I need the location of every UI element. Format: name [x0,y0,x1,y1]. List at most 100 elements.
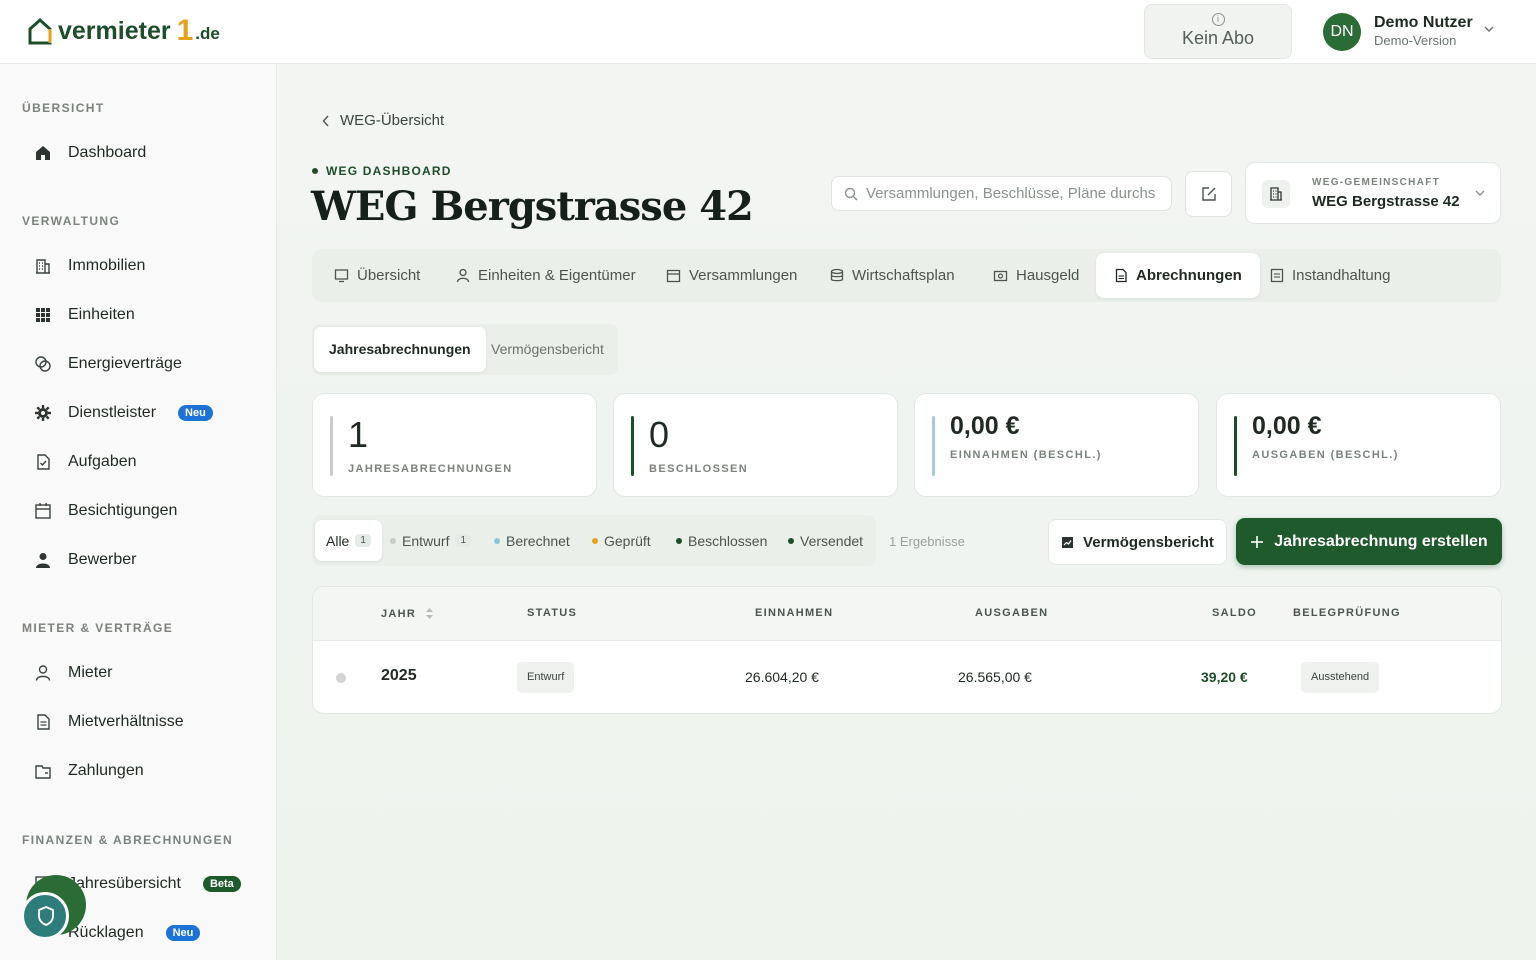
filter-alle[interactable]: Alle 1 [315,520,382,561]
calendar-icon [666,269,681,283]
user-icon [456,268,470,283]
eyebrow-dot [312,168,318,174]
filter-berechnet[interactable]: Berechnet [494,520,570,561]
stat-accent-bar [1234,416,1237,476]
nav-section-overview: ÜBERSICHT [22,101,105,115]
shield-icon [38,906,54,926]
building-icon [1270,187,1282,201]
stat-label: EINNAHMEN (BESCHL.) [950,449,1102,461]
status-dot [788,537,794,544]
column-header-label: JAHR [381,607,417,620]
belegpruefung-badge: Ausstehend [1301,662,1380,693]
money-icon [993,270,1008,282]
nav-section-management: VERWALTUNG [22,214,121,228]
status-filters: Alle 1 Entwurf 1 Berechnet Geprüft Besch… [312,515,876,566]
logo-text: vermieter [58,16,171,45]
tab-versammlungen[interactable]: Versammlungen [648,253,815,298]
column-header-jahr[interactable]: JAHR [381,607,434,620]
status-dot [494,537,500,544]
sidebar-item-zahlungen[interactable]: Zahlungen [34,762,144,780]
sidebar-item-label: Immobilien [68,257,146,274]
filter-label: Entwurf [402,532,450,549]
filter-label: Berechnet [506,532,570,549]
filter-count: 1 [355,534,371,547]
filter-label: Alle [326,532,350,549]
search-box[interactable] [831,176,1172,211]
stat-value: 0,00 € [950,412,1020,440]
filter-versendet[interactable]: Versendet [788,520,863,561]
sidebar-item-bewerber[interactable]: Bewerber [34,551,136,569]
sidebar-item-besichtigungen[interactable]: Besichtigungen [34,502,177,520]
chevron-down-icon[interactable] [1484,24,1494,34]
cell-einnahmen: 26.604,20 € [745,669,819,685]
sidebar-item-aufgaben[interactable]: Aufgaben [34,453,137,471]
top-bar: vermieter 1 .de i Kein Abo DN Demo Nutzer … [0,0,1536,64]
vermoegensbericht-button[interactable]: Vermögensbericht [1048,519,1227,565]
stat-card-jahresabrechnungen: 1 JAHRESABRECHNUNGEN [312,393,597,497]
tab-wirtschaftsplan[interactable]: Wirtschaftsplan [812,253,973,298]
page-eyebrow: WEG DASHBOARD [312,164,452,178]
overview-icon [334,269,349,283]
column-header-saldo: SALDO [1212,607,1257,619]
sidebar-item-einheiten[interactable]: Einheiten [34,306,135,324]
stat-label: JAHRESABRECHNUNGEN [348,463,513,475]
report-icon [1062,536,1074,548]
filter-beschlossen[interactable]: Beschlossen [676,520,767,561]
tab-label: Instandhaltung [1292,267,1391,284]
sidebar-item-mieter[interactable]: Mieter [34,664,112,682]
search-icon [844,187,858,200]
stat-value: 1 [348,414,369,455]
row-status-dot [336,673,346,683]
column-header-ausgaben: AUSGABEN [975,607,1049,619]
abrechnungen-table: JAHR STATUS EINNAHMEN AUSGABEN SALDO BEL… [312,586,1502,714]
house-logo-icon [28,17,52,45]
sidebar-item-label: Jahresübersicht [68,875,181,892]
edit-icon [1202,187,1216,201]
sidebar-item-label: Dienstleister [68,404,157,421]
new-badge: Neu [165,925,201,941]
sidebar-item-immobilien[interactable]: Immobilien [34,257,145,275]
sidebar-item-mietverhaeltnisse[interactable]: Mietverhältnisse [34,713,184,731]
tab-label: Versammlungen [689,267,798,284]
nav-section-finance: FINANZEN & ABRECHNUNGEN [22,833,234,847]
back-link[interactable]: WEG-Übersicht [322,112,444,129]
tab-uebersicht[interactable]: Übersicht [316,253,438,298]
edit-button[interactable] [1185,171,1232,217]
sidebar-item-label: Mieter [68,664,113,681]
subtab-jahresabrechnungen[interactable]: Jahresabrechnungen [314,327,486,372]
user-name[interactable]: Demo Nutzer [1374,14,1473,32]
tab-abrechnungen[interactable]: Abrechnungen [1096,253,1260,298]
subscription-status[interactable]: i Kein Abo [1144,4,1292,59]
tab-einheiten-eigentuemer[interactable]: Einheiten & Eigentümer [438,253,654,298]
column-header-belegpruefung: BELEGPRÜFUNG [1293,607,1401,619]
building-badge [1262,180,1290,208]
maintenance-icon [1270,268,1284,283]
sidebar-item-dienstleister[interactable]: Dienstleister Neu [34,404,213,422]
page-title: WEG Bergstrasse 42 [311,183,754,230]
sidebar-item-label: Zahlungen [68,762,144,779]
tab-label: Einheiten & Eigentümer [478,267,636,284]
filter-entwurf[interactable]: Entwurf 1 [390,520,472,561]
tab-hausgeld[interactable]: Hausgeld [975,253,1097,298]
avatar[interactable]: DN [1323,13,1361,51]
weg-selector[interactable]: WEG-GEMEINSCHAFT WEG Bergstrasse 42 [1245,162,1501,224]
tab-label: Hausgeld [1016,267,1080,284]
filter-geprueft[interactable]: Geprüft [592,520,651,561]
privacy-shield-button[interactable] [21,892,69,940]
search-input[interactable] [866,185,1156,202]
wallet-icon [35,765,51,779]
stat-accent-bar [631,416,634,476]
table-header: JAHR STATUS EINNAHMEN AUSGABEN SALDO BEL… [313,587,1501,641]
table-row[interactable]: 2025 Entwurf 26.604,20 € 26.565,00 € 39,… [313,641,1501,713]
weg-selector-label: WEG-GEMEINSCHAFT [1312,177,1441,188]
section-tabs: Übersicht Einheiten & Eigentümer Versamm… [312,249,1501,302]
logo[interactable]: vermieter 1 .de [28,16,220,46]
cell-jahr: 2025 [381,667,417,684]
user-icon [35,665,51,681]
subtab-vermoegensbericht[interactable]: Vermögensbericht [476,327,619,372]
create-jahresabrechnung-button[interactable]: Jahresabrechnung erstellen [1236,518,1502,565]
tab-instandhaltung[interactable]: Instandhaltung [1252,253,1408,298]
home-icon [36,146,50,160]
sidebar-item-energievertraege[interactable]: Energieverträge [34,355,182,373]
sidebar-item-dashboard[interactable]: Dashboard [34,144,146,162]
